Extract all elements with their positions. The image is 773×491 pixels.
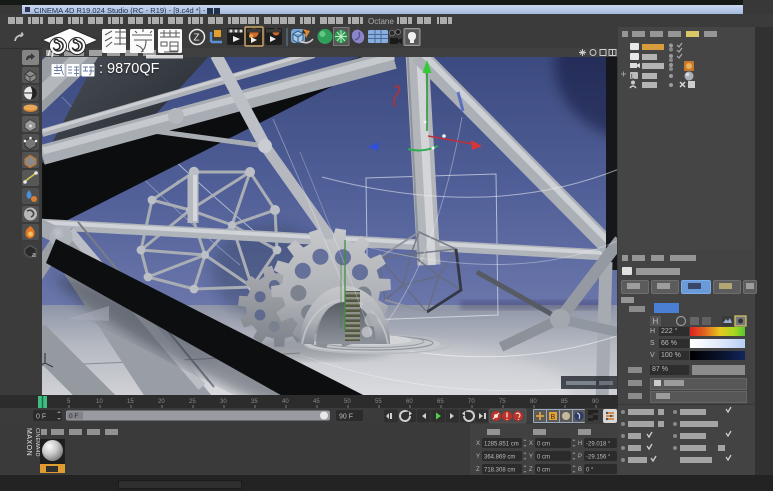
svg-text:90 F: 90 F [339,414,353,421]
svg-text:B: B [578,467,582,473]
svg-text:35: 35 [251,399,258,405]
svg-text:55: 55 [375,399,382,405]
svg-text:0 cm: 0 cm [537,442,550,448]
svg-text:X: X [529,441,533,447]
svg-text:Y: Y [476,454,480,460]
svg-text:1285.851 cm: 1285.851 cm [484,442,519,448]
svg-text:30: 30 [220,399,227,405]
svg-text:-29.156 °: -29.156 ° [586,455,611,461]
svg-text:0 °: 0 ° [586,468,594,474]
svg-text:Z: Z [529,467,533,473]
svg-text:40: 40 [282,399,289,405]
svg-text:65: 65 [437,399,444,405]
svg-text:75: 75 [499,399,506,405]
svg-text:15: 15 [127,399,134,405]
svg-text:45: 45 [313,399,320,405]
svg-text:25: 25 [189,399,196,405]
svg-text:-29.018 °: -29.018 ° [586,442,611,448]
svg-text:a: a [32,252,36,259]
svg-text:0 F: 0 F [69,413,78,420]
svg-text:0 cm: 0 cm [537,468,550,474]
svg-text:50: 50 [344,399,351,405]
svg-text:60: 60 [406,399,413,405]
svg-text:X: X [476,441,480,447]
svg-text:0 F: 0 F [36,414,46,421]
svg-text:10: 10 [96,399,103,405]
svg-text:H: H [578,441,582,447]
svg-text:Z: Z [476,467,480,473]
svg-text:85: 85 [561,399,568,405]
svg-text:H: H [653,317,659,326]
svg-text:718.308 cm: 718.308 cm [484,468,515,474]
svg-text:80: 80 [530,399,537,405]
svg-text:364.869 cm: 364.869 cm [484,455,515,461]
svg-text:P: P [578,454,582,460]
svg-text:Y: Y [529,454,533,460]
svg-text:70: 70 [468,399,475,405]
svg-text:90: 90 [592,399,599,405]
svg-text:B: B [551,414,556,421]
svg-text:20: 20 [158,399,165,405]
svg-text:0 cm: 0 cm [537,455,550,461]
svg-text:Octane: Octane [368,17,394,26]
